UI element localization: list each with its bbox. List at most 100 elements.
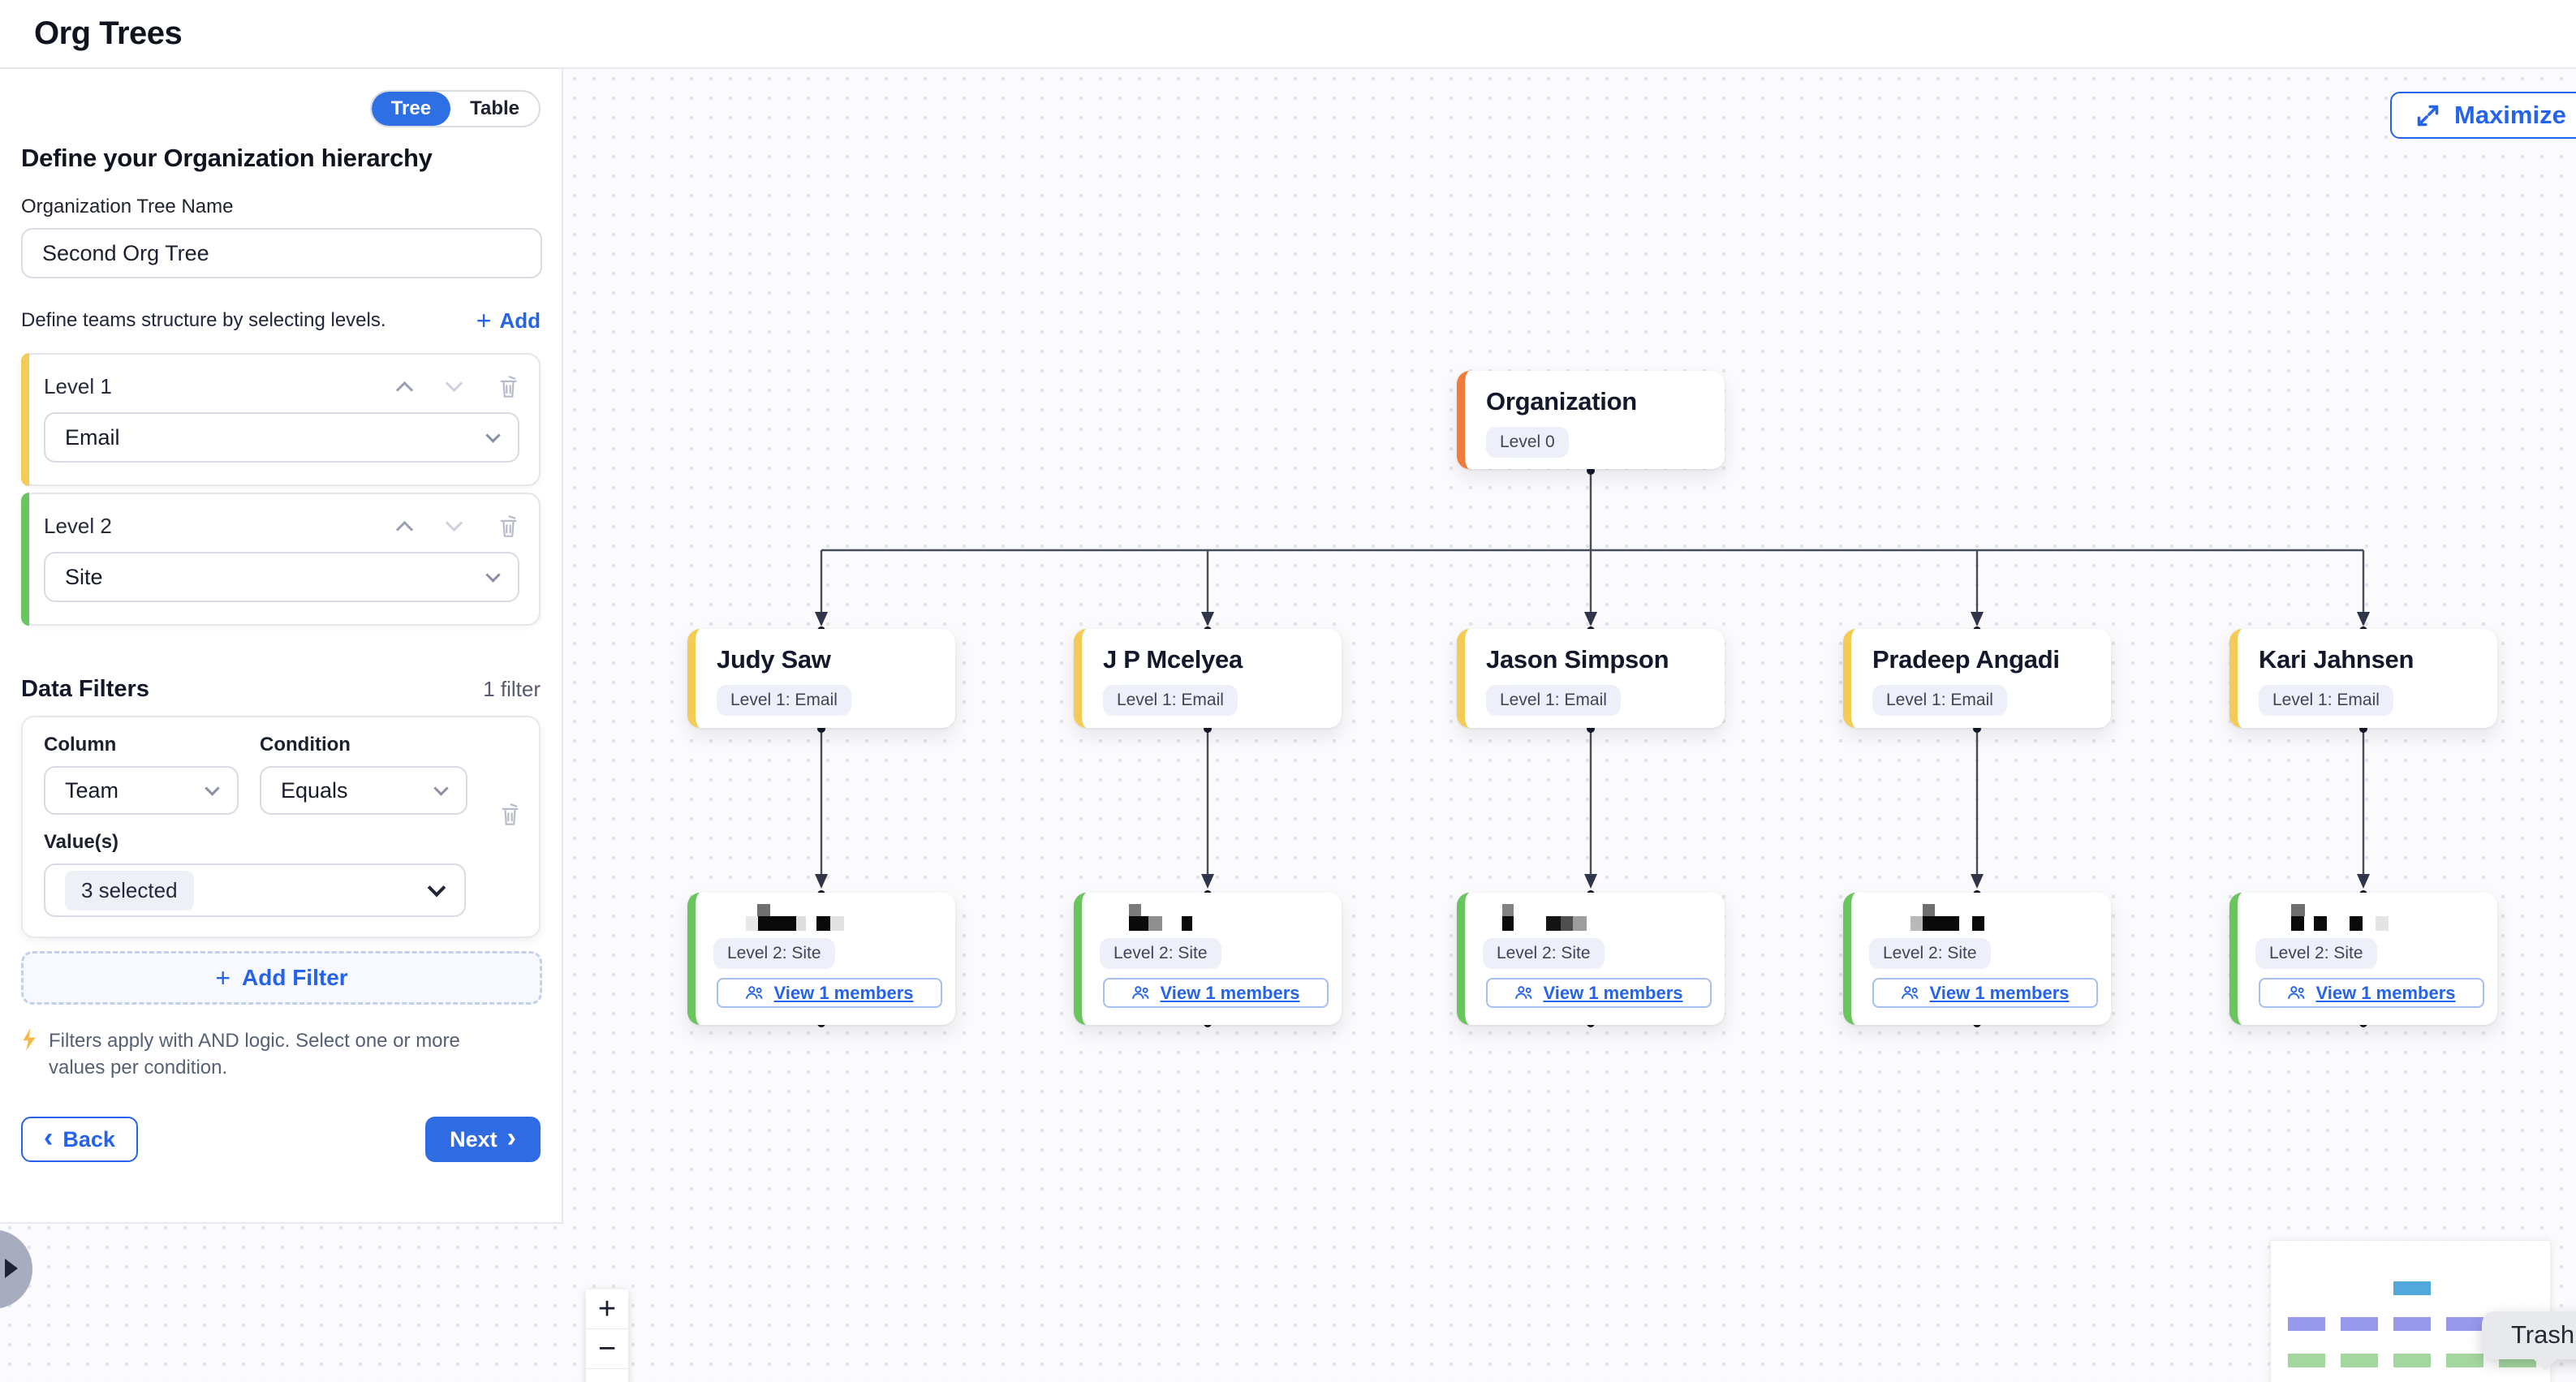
level1-label: Level 1 xyxy=(44,374,361,399)
redacted-name xyxy=(1480,904,1710,931)
filters-note-text: Filters apply with AND logic. Select one… xyxy=(49,1027,503,1081)
view-members-button[interactable]: View 1 members xyxy=(1872,978,2098,1008)
org-node-kari-jahnsen[interactable]: Kari Jahnsen Level 1: Email xyxy=(2229,629,2497,728)
minimap-root-node xyxy=(2393,1281,2431,1295)
minimap-level1-node xyxy=(2288,1317,2325,1331)
filter-condition-select[interactable]: Equals xyxy=(260,766,467,815)
node-level-badge: Level 2: Site xyxy=(1483,938,1605,969)
column-label: Column xyxy=(44,734,239,756)
chevron-down-icon xyxy=(433,781,448,795)
page-title: Org Trees xyxy=(34,15,182,52)
trash-icon xyxy=(498,514,519,539)
chevron-down-icon xyxy=(485,567,500,582)
view-members-label: View 1 members xyxy=(2315,983,2455,1004)
people-icon xyxy=(1514,985,1535,1001)
node-title: Jason Simpson xyxy=(1486,645,1707,674)
org-node-level2-site-1[interactable]: Level 2: Site View 1 members xyxy=(687,893,955,1025)
node-title: Pradeep Angadi xyxy=(1872,645,2093,674)
toggle-table[interactable]: Table xyxy=(450,92,539,126)
node-title: Judy Saw xyxy=(717,645,937,674)
redacted-name xyxy=(1096,904,1327,931)
view-members-button[interactable]: View 1 members xyxy=(1486,978,1712,1008)
data-filters-title: Data Filters xyxy=(21,676,149,703)
back-button[interactable]: ‹ Back xyxy=(21,1117,138,1162)
view-members-button[interactable]: View 1 members xyxy=(717,978,942,1008)
org-node-root[interactable]: Organization Level 0 xyxy=(1457,371,1725,469)
minimap-level1-node xyxy=(2393,1317,2431,1331)
chevron-up-icon xyxy=(396,381,413,398)
move-level-up-button[interactable] xyxy=(398,377,411,396)
add-level-button[interactable]: + Add xyxy=(476,308,541,334)
view-members-button[interactable]: View 1 members xyxy=(2259,978,2484,1008)
minimap-level2-node xyxy=(2288,1354,2325,1367)
move-level-up-button[interactable] xyxy=(398,517,411,536)
level2-label: Level 2 xyxy=(44,514,361,539)
delete-level-button[interactable] xyxy=(498,374,519,399)
minimap-level1-node xyxy=(2341,1317,2378,1331)
zoom-out-button[interactable]: − xyxy=(586,1329,628,1369)
org-node-jp-mcelyea[interactable]: J P Mcelyea Level 1: Email xyxy=(1074,629,1342,728)
filter-values-select[interactable]: 3 selected xyxy=(44,863,466,917)
delete-filter-button[interactable] xyxy=(499,802,521,827)
add-filter-button[interactable]: + Add Filter xyxy=(21,951,542,1005)
people-icon xyxy=(745,985,765,1001)
level2-accent-bar xyxy=(21,493,29,626)
node-level-badge: Level 2: Site xyxy=(2255,938,2377,969)
filter-condition-value: Equals xyxy=(281,778,348,803)
level-card-2: Level 2 Site xyxy=(21,493,541,626)
lightning-icon xyxy=(21,1027,37,1052)
org-node-level2-site-5[interactable]: Level 2: Site View 1 members xyxy=(2229,893,2497,1025)
minus-icon: − xyxy=(598,1332,616,1367)
fit-view-button[interactable] xyxy=(586,1369,628,1382)
tree-name-input[interactable] xyxy=(21,228,542,278)
trash-tooltip: Trash xyxy=(2482,1311,2576,1359)
org-node-level2-site-3[interactable]: Level 2: Site View 1 members xyxy=(1457,893,1725,1025)
node-title: Kari Jahnsen xyxy=(2259,645,2479,674)
node-title: J P Mcelyea xyxy=(1103,645,1324,674)
move-level-down-button[interactable] xyxy=(448,517,460,536)
org-node-pradeep-angadi[interactable]: Pradeep Angadi Level 1: Email xyxy=(1843,629,2111,728)
view-members-label: View 1 members xyxy=(1543,983,1682,1004)
sidebar-heading: Define your Organization hierarchy xyxy=(21,144,541,173)
org-node-level2-site-2[interactable]: Level 2: Site View 1 members xyxy=(1074,893,1342,1025)
redacted-name xyxy=(710,904,941,931)
next-label: Next xyxy=(450,1127,498,1152)
node-level-badge: Level 1: Email xyxy=(2259,685,2393,716)
chevron-down-icon xyxy=(485,428,500,442)
delete-level-button[interactable] xyxy=(498,514,519,539)
view-members-label: View 1 members xyxy=(773,983,913,1004)
filter-column-select[interactable]: Team xyxy=(44,766,239,815)
expand-icon xyxy=(2414,102,2441,129)
next-button[interactable]: Next › xyxy=(425,1117,541,1162)
plus-icon: + xyxy=(215,963,230,993)
canvas-zoom-controls: + − xyxy=(586,1289,628,1382)
arrow-right-icon xyxy=(5,1259,18,1278)
chevron-down-icon xyxy=(446,375,463,392)
zoom-in-button[interactable]: + xyxy=(586,1289,628,1329)
view-members-button[interactable]: View 1 members xyxy=(1103,978,1329,1008)
toggle-tree[interactable]: Tree xyxy=(372,92,450,126)
maximize-button[interactable]: Maximize xyxy=(2390,92,2576,139)
minimap-level2-node xyxy=(2393,1354,2431,1367)
level1-column-select[interactable]: Email xyxy=(44,412,519,463)
level2-column-select[interactable]: Site xyxy=(44,552,519,602)
plus-icon: + xyxy=(598,1292,616,1327)
trash-icon xyxy=(498,374,519,399)
level-card-1: Level 1 Email xyxy=(21,353,541,486)
org-node-jason-simpson[interactable]: Jason Simpson Level 1: Email xyxy=(1457,629,1725,728)
view-members-label: View 1 members xyxy=(1929,983,2069,1004)
hierarchy-sidebar: Tree Table Define your Organization hier… xyxy=(0,69,563,1224)
filters-note: Filters apply with AND logic. Select one… xyxy=(21,1027,541,1081)
node-level-badge: Level 1: Email xyxy=(1486,685,1621,716)
minimap-level2-node xyxy=(2341,1354,2378,1367)
minimap-level1-node xyxy=(2446,1317,2483,1331)
node-level-badge: Level 1: Email xyxy=(717,685,851,716)
move-level-down-button[interactable] xyxy=(448,377,460,396)
node-title: Organization xyxy=(1486,387,1707,416)
page-header: Org Trees xyxy=(0,0,2576,69)
org-node-judy-saw[interactable]: Judy Saw Level 1: Email xyxy=(687,629,955,728)
org-node-level2-site-4[interactable]: Level 2: Site View 1 members xyxy=(1843,893,2111,1025)
chevron-down-icon xyxy=(205,781,219,795)
node-level-badge: Level 2: Site xyxy=(1100,938,1221,969)
people-icon xyxy=(1901,985,1921,1001)
